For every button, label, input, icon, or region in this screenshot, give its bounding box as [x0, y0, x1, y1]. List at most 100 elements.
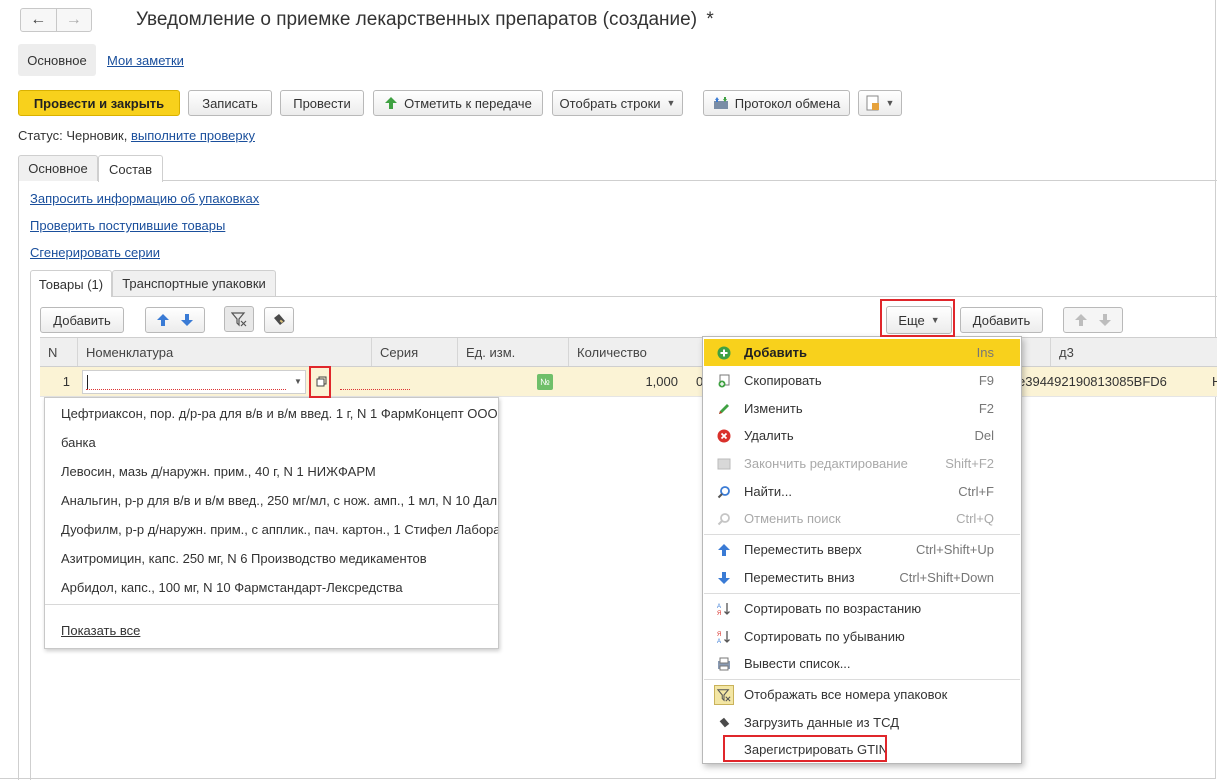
status-value: Черновик,	[66, 128, 128, 143]
menu-separator	[704, 534, 1020, 535]
dropdown-item[interactable]: банка	[61, 435, 96, 450]
scanner-icon	[716, 715, 732, 731]
filter-icon	[714, 685, 734, 705]
dropdown-item[interactable]: Азитромицин, капс. 250 мг, N 6 Производс…	[61, 551, 427, 566]
tab-goods[interactable]: Товары (1)	[30, 270, 112, 297]
exchange-log-button[interactable]: Протокол обмена	[703, 90, 850, 116]
my-notes-link[interactable]: Мои заметки	[107, 53, 184, 68]
mark-transfer-button[interactable]: Отметить к передаче	[373, 90, 543, 116]
add-row-button[interactable]: Добавить	[40, 307, 124, 333]
required-underline	[86, 389, 286, 390]
menu-item-end-edit[interactable]: Закончить редактирование Shift+F2	[704, 450, 1020, 477]
tab-main[interactable]: Основное	[18, 155, 98, 181]
col-code[interactable]: д3	[1050, 338, 1217, 366]
add-row-right-button[interactable]: Добавить	[960, 307, 1043, 333]
back-arrow-icon[interactable]: ←	[21, 9, 56, 31]
exchange-icon	[713, 97, 728, 109]
menu-item-register-gtin[interactable]: Зарегистрировать GTIN	[704, 736, 1020, 763]
tab-composition[interactable]: Состав	[98, 155, 163, 182]
series-required-underline	[340, 389, 410, 390]
delete-icon	[716, 428, 732, 444]
chevron-down-icon: ▼	[666, 98, 676, 108]
select-rows-button[interactable]: Отобрать строки ▼	[552, 90, 683, 116]
arrow-down-icon[interactable]	[180, 313, 194, 327]
dropdown-item[interactable]: Анальгин, р-р для в/в и в/м введ., 250 м…	[61, 493, 497, 508]
arrow-down-icon[interactable]	[1098, 313, 1112, 327]
dropdown-item[interactable]: Левосин, мазь д/наружн. прим., 40 г, N 1…	[61, 464, 376, 479]
move-buttons-right	[1063, 307, 1123, 333]
table-row[interactable]: 1 ▼ № 1,000 0 e394492190813085BFD6 Н	[40, 367, 1217, 397]
col-unit[interactable]: Ед. изм.	[458, 338, 569, 366]
save-button[interactable]: Записать	[188, 90, 272, 116]
menu-item-find[interactable]: Найти... Ctrl+F	[704, 478, 1020, 505]
print-menu-button[interactable]: ▼	[858, 90, 902, 116]
svg-text:А: А	[717, 604, 721, 610]
text-cursor	[87, 375, 88, 389]
add-icon	[716, 345, 732, 361]
cancel-search-icon	[716, 511, 732, 527]
dropdown-separator	[45, 604, 498, 605]
svg-text:Я: Я	[717, 632, 721, 638]
green-up-arrow-icon	[385, 97, 398, 109]
search-icon	[716, 484, 732, 500]
nomenclature-input[interactable]	[82, 370, 306, 394]
chevron-down-icon: ▼	[885, 98, 895, 108]
arrow-down-icon	[716, 570, 732, 586]
nav-buttons: ← →	[20, 8, 92, 32]
open-form-icon[interactable]	[312, 367, 330, 396]
menu-item-cancel-search[interactable]: Отменить поиск Ctrl+Q	[704, 505, 1020, 532]
dropdown-item[interactable]: Арбидол, капс., 100 мг, N 10 Фармстандар…	[61, 580, 403, 595]
dropdown-item[interactable]: Дуофилм, р-р д/наружн. прим., с апплик.,…	[61, 522, 498, 537]
filter-toggle-button[interactable]	[224, 306, 254, 332]
nomenclature-dropdown: Цефтриаксон, пор. д/р-ра для в/в и в/м в…	[44, 397, 499, 649]
end-edit-icon	[716, 456, 732, 472]
check-goods-link[interactable]: Проверить поступившие товары	[30, 218, 225, 233]
menu-item-output-list[interactable]: Вывести список...	[704, 650, 1020, 677]
menu-separator	[704, 679, 1020, 680]
menu-item-add[interactable]: Добавить Ins	[704, 339, 1020, 366]
run-check-link[interactable]: выполните проверку	[131, 128, 255, 143]
top-tab-main[interactable]: Основное	[18, 44, 96, 76]
cell-code: e394492190813085BFD6	[1018, 374, 1167, 389]
dropdown-item[interactable]: Цефтриаксон, пор. д/р-ра для в/в и в/м в…	[61, 406, 498, 421]
svg-text:Я: Я	[717, 611, 721, 616]
col-series[interactable]: Серия	[372, 338, 458, 366]
show-all-link[interactable]: Показать все	[61, 623, 140, 638]
menu-item-sort-asc[interactable]: АЯ Сортировать по возрастанию	[704, 595, 1020, 622]
edit-icon	[716, 401, 732, 417]
panel-divider	[18, 181, 19, 780]
menu-item-sort-desc[interactable]: ЯА Сортировать по убыванию	[704, 623, 1020, 650]
col-nomenclature[interactable]: Номенклатура	[78, 338, 372, 366]
arrow-up-icon[interactable]	[1074, 313, 1088, 327]
post-button[interactable]: Провести	[280, 90, 364, 116]
menu-separator	[704, 593, 1020, 594]
menu-item-load-tsd[interactable]: Загрузить данные из ТСД	[704, 709, 1020, 736]
menu-item-edit[interactable]: Изменить F2	[704, 395, 1020, 422]
post-and-close-button[interactable]: Провести и закрыть	[18, 90, 180, 116]
tab-transport-packages[interactable]: Транспортные упаковки	[112, 270, 276, 296]
menu-item-delete[interactable]: Удалить Del	[704, 422, 1020, 449]
numbered-icon: №	[537, 374, 553, 390]
select-rows-label: Отобрать строки	[559, 95, 661, 111]
request-packages-link[interactable]: Запросить информацию об упаковках	[30, 191, 259, 206]
chevron-down-icon[interactable]: ▼	[290, 367, 306, 396]
menu-item-move-up[interactable]: Переместить вверх Ctrl+Shift+Up	[704, 536, 1020, 563]
generate-series-link[interactable]: Сгенерировать серии	[30, 245, 160, 260]
scanner-button[interactable]	[264, 307, 294, 333]
more-label: Еще	[898, 312, 925, 328]
inner-panel-divider	[30, 297, 31, 780]
arrow-up-icon[interactable]	[156, 313, 170, 327]
chevron-down-icon: ▼	[930, 315, 940, 325]
menu-item-show-all-packages[interactable]: Отображать все номера упаковок	[704, 681, 1020, 708]
more-menu: Добавить Ins Скопировать F9 Изменить F2 …	[702, 336, 1022, 764]
sort-desc-icon: ЯА	[716, 629, 732, 645]
more-button[interactable]: Еще ▼	[886, 306, 952, 334]
col-n[interactable]: N	[40, 338, 78, 366]
status-label: Статус:	[18, 128, 63, 143]
page-title: Уведомление о приемке лекарственных преп…	[136, 9, 714, 31]
forward-arrow-icon[interactable]: →	[55, 9, 92, 31]
move-buttons	[145, 307, 205, 333]
menu-item-copy[interactable]: Скопировать F9	[704, 367, 1020, 394]
cell-last: Н	[1212, 374, 1217, 389]
menu-item-move-down[interactable]: Переместить вниз Ctrl+Shift+Down	[704, 564, 1020, 591]
